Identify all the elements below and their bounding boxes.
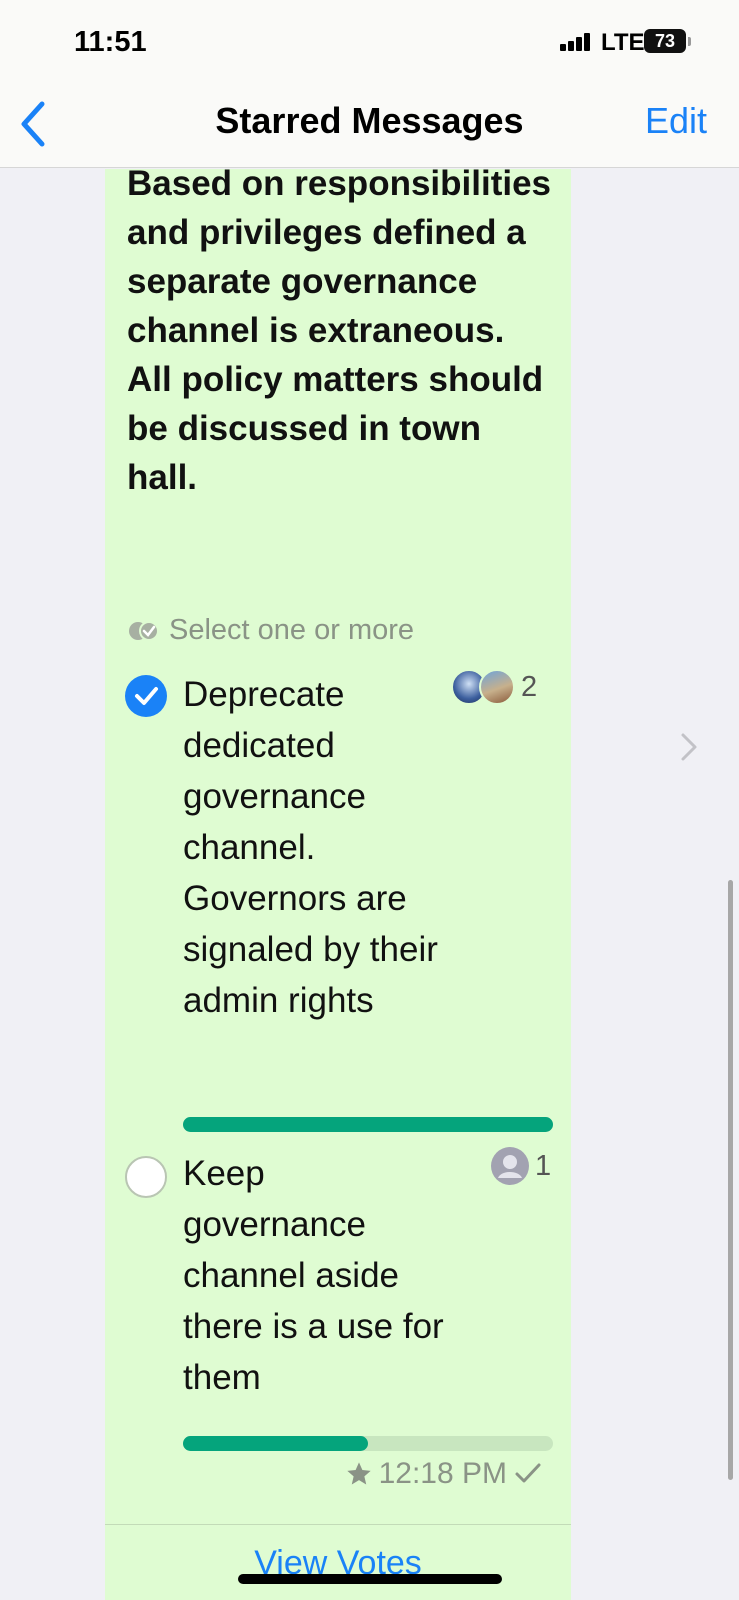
select-hint: Select one or more [127,614,414,647]
select-hint-text: Select one or more [169,614,415,646]
option-1-vote-count: 2 [521,670,538,703]
message-meta: 12:18 PM [345,1457,543,1491]
sent-check-icon [515,1463,541,1483]
edit-button[interactable]: Edit [645,100,707,142]
poll-question: Based on responsibilities and privileges… [127,169,551,497]
double-check-icon [129,620,159,641]
voter-avatar [479,669,515,705]
bubble-divider [105,1524,571,1525]
scrollbar[interactable] [728,880,733,1480]
navigation-bar: Starred Messages Edit [0,80,739,168]
default-avatar-icon [491,1147,529,1185]
option-1-voters[interactable]: 2 [451,669,537,705]
option-2-voters[interactable]: 1 [491,1147,551,1185]
battery-tip [688,37,691,46]
messages-list[interactable]: Based on responsibilities and privileges… [0,169,739,1600]
checkmark-icon [135,687,158,705]
option-1-text[interactable]: Deprecate dedicated governance channel. … [183,669,453,1026]
chevron-right-icon[interactable] [678,730,700,764]
poll-message-bubble[interactable]: Based on responsibilities and privileges… [105,169,571,1600]
signal-icon [560,33,594,51]
home-indicator[interactable] [238,1574,502,1584]
option-2-progress-fill [183,1436,368,1451]
option-1-progress-fill [183,1117,553,1132]
option-2-checkbox[interactable] [125,1156,167,1198]
network-type: LTE [601,29,645,56]
option-2-progress [183,1436,553,1451]
star-icon [346,1462,371,1485]
option-2-vote-count: 1 [535,1149,552,1182]
option-2-text[interactable]: Keep governance channel aside there is a… [183,1148,453,1403]
page-title: Starred Messages [215,100,524,141]
option-1-progress [183,1117,553,1132]
option-1-checkbox[interactable] [125,675,167,717]
message-timestamp: 12:18 PM [378,1457,507,1490]
battery-icon: 73 [644,29,686,53]
status-bar: 11:51 LTE 73 [0,0,739,80]
status-time: 11:51 [74,26,147,58]
